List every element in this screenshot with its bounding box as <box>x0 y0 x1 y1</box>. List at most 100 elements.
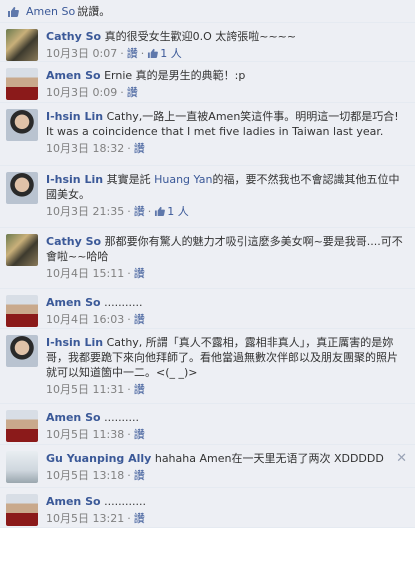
comment-date: 10月3日 <box>46 142 89 155</box>
likes-suffix: 說讚。 <box>77 5 111 18</box>
avatar[interactable] <box>6 451 38 483</box>
like-comment-link[interactable]: 讚 <box>127 86 138 99</box>
comment-body: Gu Yuanping Ally hahaha Amen在一天里无语了两次 XD… <box>46 451 407 483</box>
close-icon[interactable]: ✕ <box>396 451 407 466</box>
comment: Amen So ............ 10月5日 13:21 · 讚 <box>0 488 415 528</box>
meta-separator: · <box>127 142 131 155</box>
thumbs-up-icon <box>147 47 159 58</box>
commenter-name-link[interactable]: I-hsin Lin <box>46 110 103 123</box>
avatar[interactable] <box>6 109 38 141</box>
meta-separator: · <box>127 267 131 280</box>
liker-link[interactable]: Amen So <box>26 5 75 18</box>
comment: I-hsin Lin 其實是託 Huang Yan的福，要不然我也不會認識其他五… <box>0 166 415 228</box>
commenter-name-link[interactable]: Amen So <box>46 411 101 424</box>
comment-meta: 10月5日 13:21 · 讚 <box>46 511 407 526</box>
avatar[interactable] <box>6 494 38 526</box>
comment: Cathy So 真的很受女生歡迎0.O 太誇張啦~~~~ 10月3日 0:07 ·… <box>0 23 415 62</box>
comment-list: Cathy So 真的很受女生歡迎0.O 太誇張啦~~~~ 10月3日 0:07 ·… <box>0 23 415 528</box>
comment-text: 其實是託 <box>106 173 155 186</box>
comment-body: I-hsin Lin 其實是託 Huang Yan的福，要不然我也不會認識其他五… <box>46 172 407 221</box>
thumbs-up-icon <box>154 205 166 216</box>
comment-meta: 10月3日 0:07 · 讚 · 1 人 <box>46 46 407 61</box>
thumbs-up-icon <box>6 5 20 17</box>
comment-time: 0:07 <box>92 47 118 60</box>
meta-separator: · <box>127 428 131 441</box>
avatar[interactable] <box>6 172 38 204</box>
comment-meta: 10月3日 21:35 · 讚 · 1 人 <box>46 204 407 219</box>
comment-likes-count: 1 人 <box>167 205 189 218</box>
avatar[interactable] <box>6 234 38 266</box>
avatar[interactable] <box>6 295 38 327</box>
avatar[interactable] <box>6 68 38 100</box>
meta-separator: · <box>147 205 152 218</box>
meta-separator: · <box>127 383 131 396</box>
comment-meta: 10月4日 15:11 · 讚 <box>46 266 407 281</box>
comment-time: 0:09 <box>92 86 118 99</box>
avatar[interactable] <box>6 29 38 61</box>
like-comment-link[interactable]: 讚 <box>134 428 145 441</box>
avatar[interactable] <box>6 335 38 367</box>
comment-meta: 10月4日 16:03 · 讚 <box>46 312 407 327</box>
commenter-name-link[interactable]: Cathy So <box>46 30 101 43</box>
comment-body: I-hsin Lin Cathy, 所謂「真人不露相，露相非真人」，真正厲害的是… <box>46 335 407 397</box>
commenter-name-link[interactable]: Amen So <box>46 296 101 309</box>
comment-body: Amen So ............ 10月5日 13:21 · 讚 <box>46 494 407 525</box>
comment-date: 10月5日 <box>46 512 89 525</box>
comment-meta: 10月5日 13:18 · 讚 <box>46 468 407 483</box>
comment-body: Amen So ........... 10月4日 16:03 · 讚 <box>46 295 407 326</box>
comment: I-hsin Lin Cathy, 所謂「真人不露相，露相非真人」，真正厲害的是… <box>0 329 415 404</box>
like-comment-link[interactable]: 讚 <box>134 383 145 396</box>
comment-body: Amen So .......... 10月5日 11:38 · 讚 <box>46 410 407 441</box>
like-comment-link[interactable]: 讚 <box>134 267 145 280</box>
comment: I-hsin Lin Cathy,一路上一直被Amen笑這件事。明明這一切都是巧… <box>0 103 415 166</box>
comment-date: 10月3日 <box>46 86 89 99</box>
comment-time: 16:03 <box>92 313 125 326</box>
like-comment-link[interactable]: 讚 <box>134 512 145 525</box>
comment-body: Cathy So 真的很受女生歡迎0.O 太誇張啦~~~~ 10月3日 0:07 ·… <box>46 29 407 60</box>
meta-separator: · <box>127 512 131 525</box>
comment-text: ............ <box>104 495 147 508</box>
avatar[interactable] <box>6 410 38 442</box>
like-comment-link[interactable]: 讚 <box>134 469 145 482</box>
commenter-name-link[interactable]: Gu Yuanping Ally <box>46 452 151 465</box>
comment-date: 10月5日 <box>46 428 89 441</box>
comment-text: 真的很受女生歡迎0.O 太誇張啦~~~~ <box>104 30 297 43</box>
comment-text: .......... <box>104 411 140 424</box>
meta-separator: · <box>140 47 145 60</box>
meta-separator: · <box>127 313 131 326</box>
comment-date: 10月4日 <box>46 267 89 280</box>
comment-meta: 10月5日 11:31 · 讚 <box>46 382 407 397</box>
comment-date: 10月5日 <box>46 469 89 482</box>
commenter-name-link[interactable]: I-hsin Lin <box>46 173 103 186</box>
comment-likes-link[interactable]: 1 人 <box>147 47 182 60</box>
meta-separator: · <box>120 86 124 99</box>
comment-time: 18:32 <box>92 142 125 155</box>
comment: Cathy So 那都要你有驚人的魅力才吸引這麼多美女啊~要是我哥....可不會… <box>0 228 415 289</box>
comment-body: Amen So Ernie 真的是男生的典範！:p 10月3日 0:09 · 讚 <box>46 68 407 99</box>
comment: Gu Yuanping Ally hahaha Amen在一天里无语了两次 XD… <box>0 445 415 488</box>
meta-separator: · <box>120 47 124 60</box>
meta-separator: · <box>127 469 131 482</box>
like-comment-link[interactable]: 讚 <box>134 313 145 326</box>
comment-time: 13:18 <box>92 469 125 482</box>
likes-summary: Amen So 說讚。 <box>0 0 415 23</box>
commenter-name-link[interactable]: Amen So <box>46 69 101 82</box>
commenter-name-link[interactable]: Amen So <box>46 495 101 508</box>
commenter-name-link[interactable]: Cathy So <box>46 235 101 248</box>
comment-likes-link[interactable]: 1 人 <box>154 205 189 218</box>
comment-date: 10月5日 <box>46 383 89 396</box>
like-comment-link[interactable]: 讚 <box>134 142 145 155</box>
comment-text: Ernie 真的是男生的典範！:p <box>104 69 246 82</box>
mention-link[interactable]: Huang Yan <box>154 173 212 186</box>
comment-date: 10月3日 <box>46 47 89 60</box>
comment-text: hahaha Amen在一天里无语了两次 XDDDDD <box>154 452 384 465</box>
comment: Amen So Ernie 真的是男生的典範！:p 10月3日 0:09 · 讚 <box>0 62 415 103</box>
comment-time: 15:11 <box>92 267 125 280</box>
comment-time: 21:35 <box>92 205 125 218</box>
commenter-name-link[interactable]: I-hsin Lin <box>46 336 103 349</box>
comment-time: 11:31 <box>92 383 125 396</box>
like-comment-link[interactable]: 讚 <box>134 205 145 218</box>
comment-date: 10月4日 <box>46 313 89 326</box>
comment-text: ........... <box>104 296 143 309</box>
like-comment-link[interactable]: 讚 <box>127 47 138 60</box>
